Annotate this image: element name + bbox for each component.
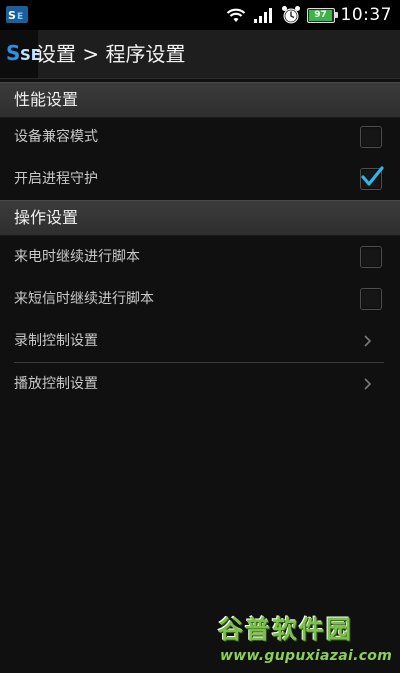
settings-list: 性能设置 设备兼容模式 开启进程守护 操作设置 来电时继续进行脚本 来短信时继续… <box>0 79 400 673</box>
page-title: 设置 > 程序设置 <box>36 42 186 66</box>
signal-icon <box>253 8 272 23</box>
status-icons: 97 10:37 <box>225 3 393 27</box>
site-watermark: 谷普软件园 www.gupuxiazai.com <box>218 610 400 673</box>
battery-level: 97 <box>314 9 327 20</box>
alarm-clock-icon <box>281 6 300 24</box>
setting-label: 来电时继续进行脚本 <box>14 249 140 265</box>
setting-row-continue-on-sms[interactable]: 来短信时继续进行脚本 <box>0 278 400 320</box>
svg-text:S: S <box>6 41 20 65</box>
section-header-performance: 性能设置 <box>0 82 400 118</box>
chevron-right-icon <box>364 335 372 347</box>
app-logo-button[interactable]: S SE <box>0 30 41 78</box>
setting-row-continue-on-call[interactable]: 来电时继续进行脚本 <box>0 236 400 278</box>
se-app-icon: S E <box>6 6 28 23</box>
svg-text:E: E <box>17 12 23 22</box>
setting-label: 录制控制设置 <box>14 333 98 349</box>
action-bar: S SE 设置 > 程序设置 <box>0 30 400 79</box>
wifi-icon <box>226 8 245 22</box>
battery-icon: 97 <box>306 7 338 23</box>
setting-row-compat-mode[interactable]: 设备兼容模式 <box>0 116 400 158</box>
setting-label: 来短信时继续进行脚本 <box>14 291 154 307</box>
status-bar: S E 97 10:37 <box>0 0 400 30</box>
section-header-label: 性能设置 <box>14 90 79 109</box>
compat-mode-checkbox[interactable] <box>360 126 382 148</box>
continue-on-call-checkbox[interactable] <box>360 246 382 268</box>
setting-label: 设备兼容模式 <box>14 129 98 145</box>
setting-row-record-control[interactable]: 录制控制设置 <box>0 320 400 362</box>
checkmark-icon <box>361 166 384 186</box>
se-logo-icon: S SE <box>6 41 41 65</box>
clock-time: 10:37 <box>340 5 392 25</box>
continue-on-sms-checkbox[interactable] <box>360 288 382 310</box>
setting-row-playback-control[interactable]: 播放控制设置 <box>0 363 400 405</box>
watermark-url: www.gupuxiazai.com <box>220 648 393 664</box>
section-header-operation: 操作设置 <box>0 200 400 236</box>
chevron-right-icon <box>364 378 372 390</box>
setting-row-process-guard[interactable]: 开启进程守护 <box>0 158 400 200</box>
svg-text:S: S <box>8 9 16 22</box>
watermark-title: 谷普软件园 <box>218 615 354 644</box>
section-header-label: 操作设置 <box>14 208 79 227</box>
setting-label: 开启进程守护 <box>14 171 98 187</box>
process-guard-checkbox[interactable] <box>360 166 384 190</box>
setting-label: 播放控制设置 <box>14 376 98 392</box>
